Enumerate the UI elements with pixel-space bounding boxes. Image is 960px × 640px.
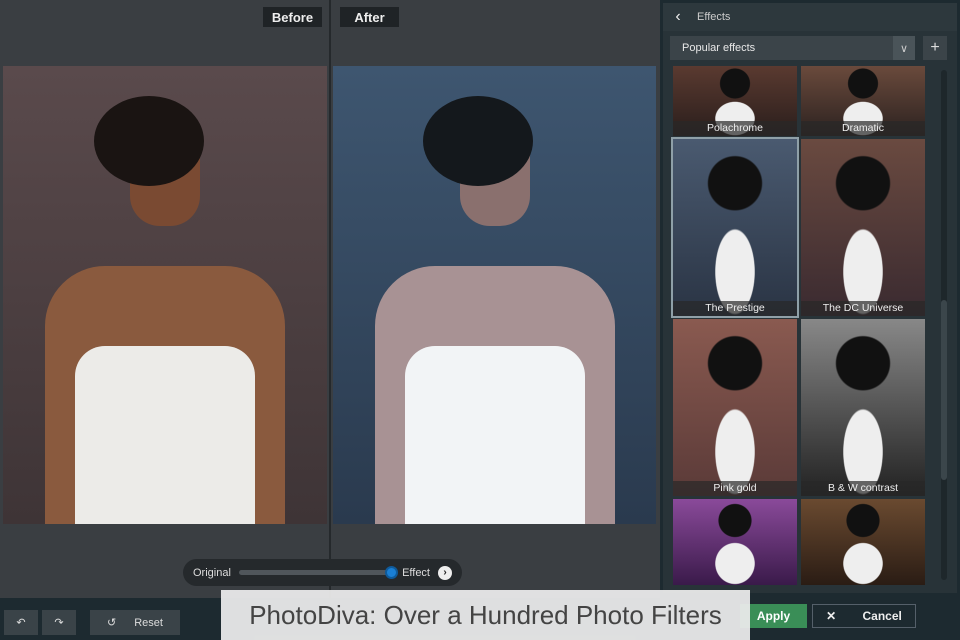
effects-category-dropdown[interactable]: Popular effects <box>670 36 915 60</box>
before-label: Before <box>263 7 322 27</box>
effect-thumbnail[interactable]: B & W contrast <box>801 319 925 496</box>
undo-icon: ↶ <box>16 617 26 629</box>
chevron-down-icon[interactable]: ∨ <box>893 36 915 60</box>
category-value: Popular effects <box>682 42 756 54</box>
reset-label: Reset <box>134 616 163 629</box>
effect-name: Dramatic <box>801 121 925 136</box>
cancel-button[interactable]: ✕ Cancel <box>812 604 916 628</box>
effect-name: The Prestige <box>673 301 797 316</box>
reset-button[interactable]: ↺ Reset <box>90 610 180 635</box>
add-effect-button[interactable]: + <box>923 36 947 60</box>
effect-thumbnail[interactable]: Polachrome <box>673 66 797 136</box>
before-photo <box>3 66 327 524</box>
effect-name: Pink gold <box>673 481 797 496</box>
cancel-label: Cancel <box>862 609 902 623</box>
effect-thumbnail[interactable] <box>801 499 925 585</box>
slider-knob[interactable] <box>385 566 399 579</box>
chevron-right-icon[interactable]: › <box>438 565 452 580</box>
effect-strength-slider[interactable]: Original Effect › <box>183 559 462 586</box>
slider-track[interactable] <box>238 566 399 579</box>
effect-thumbnail[interactable] <box>673 499 797 585</box>
slider-effect-label: Effect <box>402 566 430 579</box>
caption-overlay: PhotoDiva: Over a Hundred Photo Filters <box>221 590 750 640</box>
scrollbar-thumb[interactable] <box>941 300 947 480</box>
effect-thumbnail[interactable]: The Prestige <box>671 137 799 318</box>
back-icon[interactable]: ‹ <box>663 8 693 26</box>
effect-name: The DC Universe <box>801 301 925 316</box>
after-photo <box>333 66 656 524</box>
close-icon: ✕ <box>826 609 837 623</box>
effects-title: Effects <box>697 11 731 23</box>
reset-icon: ↺ <box>107 617 117 629</box>
effect-name: Polachrome <box>673 121 797 136</box>
effects-header: ‹ Effects <box>663 3 957 31</box>
effect-thumbnail[interactable]: Pink gold <box>673 319 797 496</box>
compare-divider[interactable] <box>329 0 331 598</box>
undo-button[interactable]: ↶ <box>4 610 38 635</box>
apply-button[interactable]: Apply <box>740 604 807 628</box>
redo-button[interactable]: ↷ <box>42 610 76 635</box>
effect-thumbnail[interactable]: Dramatic <box>801 66 925 136</box>
apply-label: Apply <box>756 609 791 623</box>
effect-thumbnail[interactable]: The DC Universe <box>801 139 925 316</box>
redo-icon: ↷ <box>54 617 64 629</box>
effect-name: B & W contrast <box>801 481 925 496</box>
slider-original-label: Original <box>193 566 231 579</box>
after-label: After <box>340 7 399 27</box>
